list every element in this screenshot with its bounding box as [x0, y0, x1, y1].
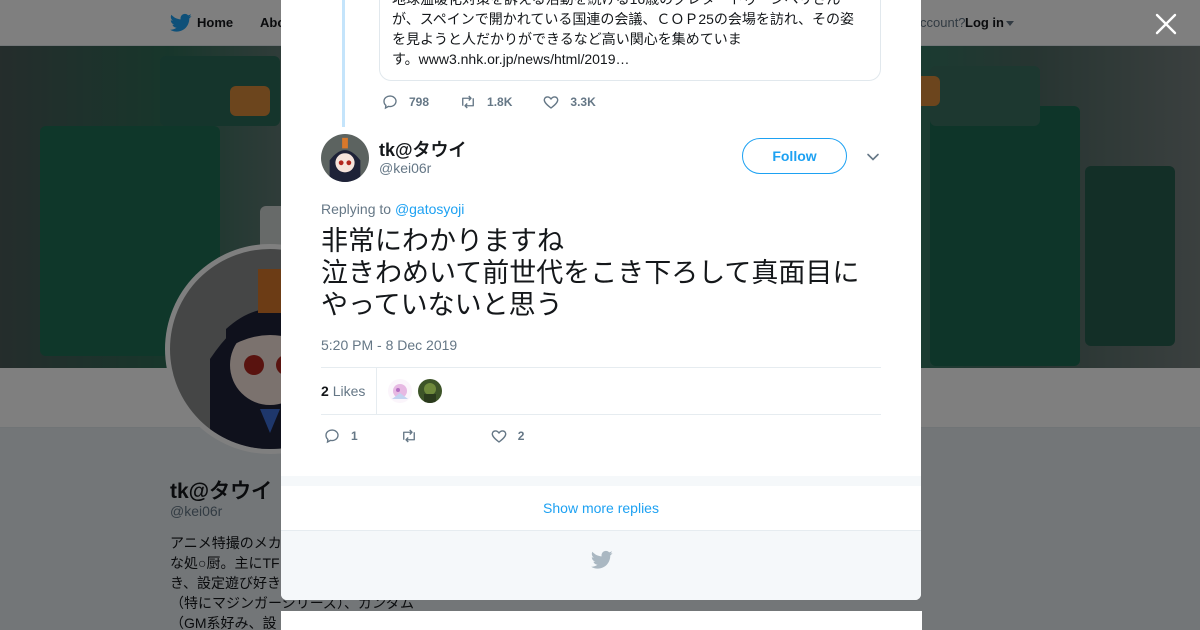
replying-to: Replying to @gatosyoji — [321, 201, 464, 217]
tweet-actions: 1 2 — [323, 427, 554, 445]
like-button[interactable]: 3.3K — [542, 93, 596, 111]
replying-to-prefix: Replying to — [321, 201, 392, 217]
likes-stats-bar: 2 Likes — [321, 367, 881, 415]
next-tweet-card — [281, 611, 922, 630]
section-separator — [281, 476, 921, 486]
quoted-text-line: す。www3.nhk.or.jp/news/html/2019… — [392, 49, 868, 69]
follow-button[interactable]: Follow — [742, 138, 847, 174]
twitter-bird-icon — [591, 550, 613, 569]
retweet-icon — [462, 95, 474, 109]
quoted-text-line: が、スペインで開かれている国連の会議、ＣＯＰ25の会場を訪れ、その姿 — [392, 11, 855, 27]
tweet-text-line: やっていないと思う — [321, 290, 563, 321]
like-icon — [544, 96, 559, 109]
like-count: 2 — [517, 429, 525, 443]
quoted-text-line-end: す。 — [392, 51, 419, 67]
quoted-text: 地球温暖化対策を訴える活動を続ける16歳のグレタ・トゥーンベリさん が、スペイン… — [392, 0, 868, 69]
parent-tweet-actions: 798 1.8K 3.3K — [381, 93, 626, 111]
retweet-button[interactable] — [400, 427, 428, 445]
retweet-button[interactable]: 1.8K — [459, 93, 512, 111]
quoted-text-line: 地球温暖化対策を訴える活動を続ける16歳のグレタ・トゥーンベリさん — [392, 0, 868, 9]
like-button[interactable]: 2 — [490, 427, 525, 445]
quoted-text-line: を見ようと人だかりができるなど高い関心を集めていま — [392, 31, 742, 47]
likes-stat-label: Likes — [332, 383, 366, 399]
like-icon — [491, 430, 507, 443]
liker-avatar[interactable] — [418, 379, 442, 403]
quoted-link-card[interactable]: 地球温暖化対策を訴える活動を続ける16歳のグレタ・トゥーンベリさん が、スペイン… — [379, 0, 881, 81]
tweet-text-line: 泣きわめいて前世代をこき下ろして真面目に — [321, 258, 860, 289]
tweet-author-avatar[interactable] — [321, 134, 369, 182]
likes-stat[interactable]: 2 Likes — [321, 383, 365, 399]
show-more-replies-button[interactable]: Show more replies — [281, 486, 921, 531]
thread-connector-line — [342, 0, 345, 127]
modal-footer — [281, 531, 921, 600]
tweet-author-name[interactable]: tk@タウイ — [379, 136, 467, 162]
reply-count: 1 — [351, 429, 358, 443]
retweet-icon — [402, 429, 415, 443]
replying-to-link[interactable]: @gatosyoji — [395, 201, 464, 217]
reply-button[interactable]: 798 — [381, 93, 429, 111]
reply-count: 798 — [409, 95, 430, 109]
tweet-text-line: 非常にわかりますね — [321, 226, 564, 257]
likes-divider — [376, 368, 377, 414]
tweet-author-handle[interactable]: @kei06r — [379, 160, 431, 176]
reply-icon — [383, 95, 397, 110]
tweet-text: 非常にわかりますね 泣きわめいて前世代をこき下ろして真面目に やっていないと思う — [321, 226, 891, 322]
quoted-link[interactable]: www3.nhk.or.jp/news/html/2019… — [419, 51, 630, 67]
like-count: 3.3K — [570, 95, 596, 109]
retweet-count: 1.8K — [487, 95, 513, 109]
likes-stat-count: 2 — [321, 383, 329, 399]
close-icon[interactable] — [1154, 12, 1178, 36]
liker-avatar[interactable] — [388, 379, 412, 403]
chevron-down-icon[interactable] — [866, 150, 880, 164]
reply-button[interactable]: 1 — [323, 427, 358, 445]
reply-icon — [325, 429, 339, 444]
tweet-permalink-modal: 地球温暖化対策を訴える活動を続ける16歳のグレタ・トゥーンベリさん が、スペイン… — [281, 0, 921, 600]
tweet-timestamp[interactable]: 5:20 PM - 8 Dec 2019 — [321, 337, 457, 353]
